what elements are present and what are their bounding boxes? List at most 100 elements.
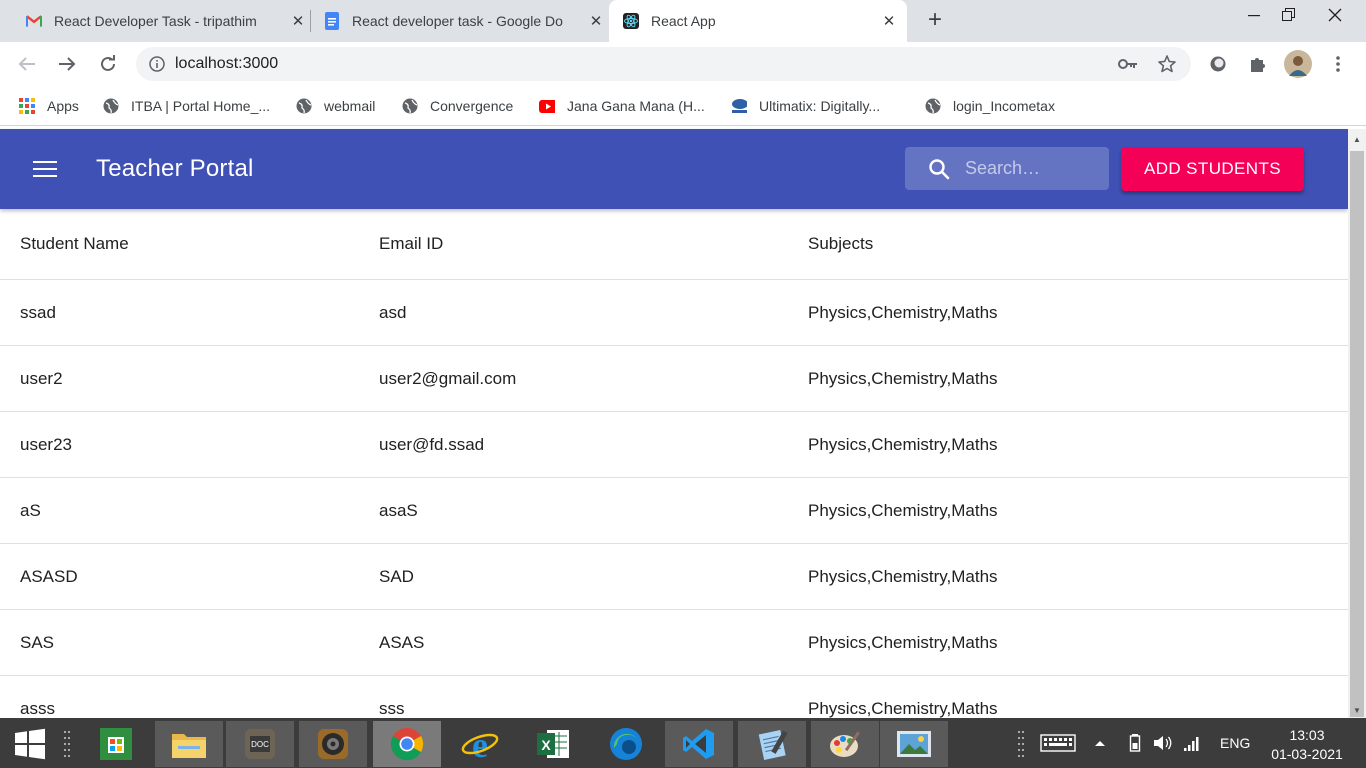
show-hidden-icons-icon[interactable] [1094,718,1106,768]
windows-start-icon[interactable] [0,721,60,767]
bookmark-ultimatix[interactable]: Ultimatix: Digitally... [731,96,880,116]
extension-circle-icon[interactable] [1204,50,1232,78]
scroll-down-arrow-icon[interactable]: ▼ [1348,702,1366,718]
tab-gmail[interactable]: React Developer Task - tripathim ✕ [16,0,308,42]
close-tab-icon[interactable]: ✕ [288,11,308,31]
scroll-up-arrow-icon[interactable]: ▲ [1348,131,1366,147]
bookmark-label: Convergence [430,98,514,114]
language-indicator[interactable]: ENG [1220,718,1250,768]
table-row[interactable]: user2 user2@gmail.com Physics,Chemistry,… [0,346,1348,412]
email-cell: ASAS [379,632,425,652]
table-row[interactable]: SAS ASAS Physics,Chemistry,Maths [0,610,1348,676]
bookmark-label: Ultimatix: Digitally... [759,98,881,114]
svg-text:DOC: DOC [251,740,269,749]
table-row[interactable]: ASASD SAD Physics,Chemistry,Maths [0,544,1348,610]
student-name-cell: ssad [20,302,56,322]
svg-text:e: e [472,726,488,762]
email-cell: asd [379,302,407,322]
close-tab-icon[interactable]: ✕ [879,11,899,31]
header-email-id: Email ID [379,234,444,253]
add-students-button[interactable]: ADD STUDENTS [1121,147,1304,191]
tab-title: React Developer Task - tripathim [54,13,257,29]
url-text: localhost:3000 [175,55,279,72]
browser-tab-strip: React Developer Task - tripathim ✕ React… [0,0,1366,42]
bookmark-webmail[interactable]: webmail [296,96,375,116]
edge-icon[interactable] [592,721,660,767]
header-student-name: Student Name [20,234,129,253]
student-name-cell: aS [20,500,41,520]
search-input[interactable] [965,158,1095,179]
forward-button[interactable] [53,50,81,78]
bookmark-apps[interactable]: Apps [19,96,79,116]
bookmark-itba[interactable]: ITBA | Portal Home_... [103,96,270,116]
tab-react-app[interactable]: React App ✕ [609,0,907,42]
info-icon[interactable] [149,56,165,72]
excel-icon[interactable]: X [519,721,587,767]
page-scrollbar[interactable]: ▲ ▼ [1348,129,1366,718]
react-icon [623,13,639,29]
internet-explorer-icon[interactable]: e [446,721,514,767]
system-clock[interactable]: 13:03 01-03-2021 [1262,726,1352,764]
scrollbar-thumb[interactable] [1350,151,1364,717]
table-row[interactable]: user23 user@fd.ssad Physics,Chemistry,Ma… [0,412,1348,478]
table-row[interactable]: aS asaS Physics,Chemistry,Maths [0,478,1348,544]
network-signal-icon[interactable] [1183,718,1201,768]
bookmarks-bar: Apps ITBA | Portal Home_... webmail Conv… [0,86,1366,126]
page-title: Teacher Portal [96,155,254,182]
globe-icon [103,98,119,114]
student-name-cell: SAS [20,632,55,652]
search-box[interactable] [905,147,1109,190]
subjects-cell: Physics,Chemistry,Maths [808,500,998,520]
photos-app-icon[interactable] [880,721,948,767]
close-window-button[interactable] [1312,0,1358,30]
bookmark-label: login_Incometax [953,98,1055,114]
back-button[interactable] [13,50,41,78]
google-docs-icon [324,12,340,30]
bookmark-label: webmail [324,98,376,114]
reload-button[interactable] [94,50,122,78]
bookmark-convergence[interactable]: Convergence [402,96,513,116]
key-icon[interactable] [1118,56,1138,77]
paint-icon[interactable] [811,721,879,767]
bookmark-star-icon[interactable] [1158,55,1176,78]
notepad-icon[interactable] [738,721,806,767]
subjects-cell: Physics,Chemistry,Maths [808,302,998,322]
hamburger-menu-icon[interactable] [33,157,57,181]
student-name-cell: user23 [20,434,72,454]
doc-viewer-icon[interactable]: DOC [226,721,294,767]
header-subjects: Subjects [808,234,874,253]
speaker-app-icon[interactable] [299,721,367,767]
chrome-taskbar-icon[interactable] [373,721,441,767]
subjects-cell: Physics,Chemistry,Maths [808,566,998,586]
subjects-cell: Physics,Chemistry,Maths [808,434,998,454]
close-tab-icon[interactable]: ✕ [586,11,606,31]
email-cell: asaS [379,500,418,520]
app-header: Teacher Portal ADD STUDENTS [0,129,1348,209]
globe-icon [925,98,941,114]
bookmark-jana-gana-mana[interactable]: Jana Gana Mana (H... [539,96,705,116]
students-table: Student Name Email ID Subjects ssad asd … [0,209,1348,742]
file-explorer-icon[interactable] [155,721,223,767]
browser-menu-icon[interactable] [1324,50,1352,78]
email-cell: user2@gmail.com [379,368,517,388]
vscode-icon[interactable] [665,721,733,767]
profile-avatar[interactable] [1284,50,1312,78]
windows-taskbar: DOC e X ENG 13:03 01-03-2021 [0,718,1366,768]
subjects-cell: Physics,Chemistry,Maths [808,632,998,652]
address-bar[interactable]: localhost:3000 [136,47,1191,81]
restore-button[interactable] [1266,0,1312,30]
touch-keyboard-icon[interactable] [1040,718,1076,768]
new-tab-button[interactable]: + [922,8,948,34]
tab-google-docs[interactable]: React developer task - Google Do ✕ [314,0,606,42]
battery-icon[interactable] [1129,718,1141,768]
extensions-puzzle-icon[interactable] [1244,50,1272,78]
bookmark-login-incometax[interactable]: login_Incometax [925,96,1055,116]
search-icon [929,158,950,179]
bookmark-label: Apps [47,98,79,114]
browser-toolbar: localhost:3000 [0,42,1366,86]
volume-icon[interactable] [1152,718,1174,768]
table-row[interactable]: ssad asd Physics,Chemistry,Maths [0,280,1348,346]
tab-title: React developer task - Google Do [352,13,563,29]
microsoft-store-icon[interactable] [82,721,150,767]
taskbar-gripper [60,721,74,767]
